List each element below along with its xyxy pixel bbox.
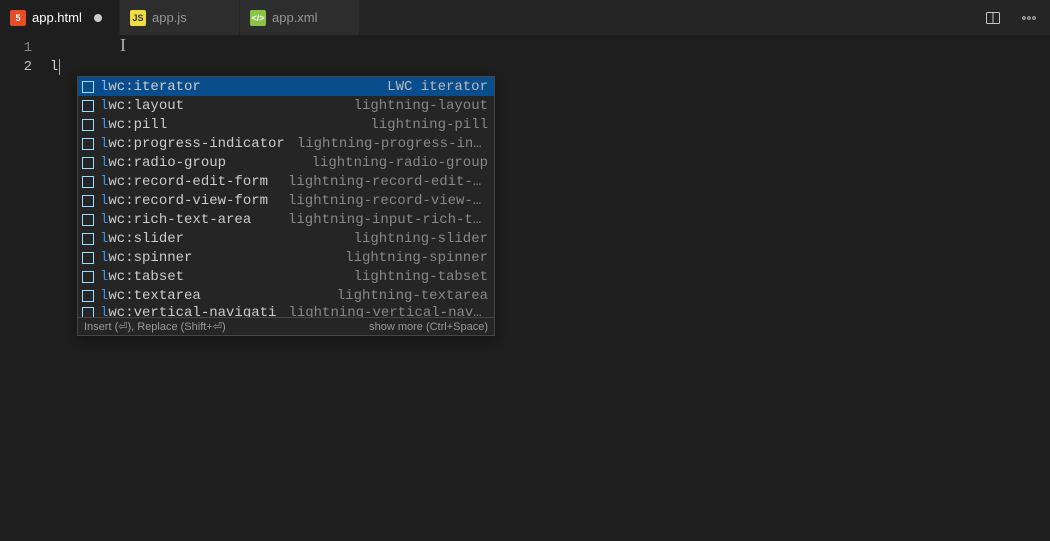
autocomplete-label: lwc:layout: [100, 98, 184, 114]
autocomplete-label: lwc:radio-group: [100, 155, 226, 171]
autocomplete-detail: lightning-tabset: [354, 269, 488, 285]
autocomplete-label: lwc:rich-text-area: [100, 212, 251, 228]
autocomplete-item[interactable]: lwc:pill lightning-pill: [78, 115, 494, 134]
tab-app-js[interactable]: JS app.js: [120, 0, 240, 35]
snippet-kind-icon: [82, 81, 94, 93]
autocomplete-item[interactable]: lwc:record-edit-form lightning-record-edi…: [78, 172, 494, 191]
autocomplete-detail: lightning-radio-group: [312, 155, 488, 171]
line-number: 1: [0, 39, 50, 58]
autocomplete-item[interactable]: lwc:record-view-form lightning-record-vie…: [78, 191, 494, 210]
autocomplete-detail: lightning-progress-indica…: [297, 136, 488, 152]
autocomplete-item[interactable]: lwc:radio-group lightning-radio-group: [78, 153, 494, 172]
snippet-kind-icon: [82, 307, 94, 317]
text-cursor: [59, 59, 60, 75]
js-file-icon: JS: [130, 10, 146, 26]
tab-actions: [972, 0, 1050, 35]
autocomplete-detail: lightning-layout: [354, 98, 488, 114]
xml-file-icon: </>: [250, 10, 266, 26]
autocomplete-label: lwc:record-edit-form: [100, 174, 268, 190]
autocomplete-item[interactable]: lwc:textarea lightning-textarea: [78, 286, 494, 305]
autocomplete-label: lwc:iterator: [100, 79, 201, 95]
autocomplete-item[interactable]: lwc:iterator LWC iterator: [78, 77, 494, 96]
snippet-kind-icon: [82, 271, 94, 283]
html-file-icon: 5: [10, 10, 26, 26]
autocomplete-label: lwc:spinner: [100, 250, 192, 266]
autocomplete-detail: lightning-input-rich-text: [288, 212, 488, 228]
snippet-kind-icon: [82, 252, 94, 264]
snippet-kind-icon: [82, 290, 94, 302]
autocomplete-label: lwc:pill: [100, 117, 167, 133]
snippet-kind-icon: [82, 233, 94, 245]
autocomplete-detail: lightning-vertical-navig…: [288, 305, 488, 317]
code-line: [50, 39, 1050, 58]
tab-bar: 5 app.html JS app.js </> app.xml: [0, 0, 1050, 35]
autocomplete-label: lwc:slider: [100, 231, 184, 247]
autocomplete-popup: lwc:iterator LWC iterator lwc:layout lightn…: [77, 76, 495, 336]
autocomplete-detail: LWC iterator: [387, 79, 488, 95]
snippet-kind-icon: [82, 157, 94, 169]
autocomplete-label: lwc:textarea: [100, 288, 201, 304]
autocomplete-detail: lightning-pill: [370, 117, 488, 133]
dirty-indicator-icon: [94, 14, 102, 22]
autocomplete-item[interactable]: lwc:tabset lightning-tabset: [78, 267, 494, 286]
autocomplete-detail: lightning-spinner: [345, 250, 488, 266]
line-number-gutter: 1 2: [0, 35, 50, 541]
snippet-kind-icon: [82, 100, 94, 112]
split-editor-icon[interactable]: [982, 7, 1004, 29]
autocomplete-hint-insert: Insert (⏎), Replace (Shift+⏎): [84, 320, 226, 333]
tab-label: app.js: [152, 10, 187, 25]
autocomplete-hint-showmore[interactable]: show more (Ctrl+Space): [369, 321, 488, 333]
autocomplete-detail: lightning-slider: [354, 231, 488, 247]
tab-label: app.xml: [272, 10, 318, 25]
snippet-kind-icon: [82, 176, 94, 188]
snippet-kind-icon: [82, 119, 94, 131]
autocomplete-label: lwc:vertical-navigati: [100, 305, 276, 317]
autocomplete-item[interactable]: lwc:spinner lightning-spinner: [78, 248, 494, 267]
snippet-kind-icon: [82, 214, 94, 226]
autocomplete-detail: lightning-textarea: [337, 288, 488, 304]
autocomplete-label: lwc:record-view-form: [100, 193, 268, 209]
tab-label: app.html: [32, 10, 82, 25]
autocomplete-detail: lightning-record-edit-form: [288, 174, 488, 190]
snippet-kind-icon: [82, 138, 94, 150]
tab-app-xml[interactable]: </> app.xml: [240, 0, 360, 35]
autocomplete-label: lwc:tabset: [100, 269, 184, 285]
tab-app-html[interactable]: 5 app.html: [0, 0, 120, 35]
autocomplete-item[interactable]: lwc:slider lightning-slider: [78, 229, 494, 248]
more-actions-icon[interactable]: [1018, 7, 1040, 29]
autocomplete-item[interactable]: lwc:vertical-navigati lightning-vertical-…: [78, 305, 494, 317]
autocomplete-item[interactable]: lwc:layout lightning-layout: [78, 96, 494, 115]
code-line: lI: [50, 58, 1050, 77]
autocomplete-label: lwc:progress-indicator: [100, 136, 285, 152]
autocomplete-status-bar: Insert (⏎), Replace (Shift+⏎) show more (…: [78, 317, 494, 335]
autocomplete-item[interactable]: lwc:progress-indicator lightning-progress…: [78, 134, 494, 153]
snippet-kind-icon: [82, 195, 94, 207]
line-number: 2: [0, 58, 50, 77]
autocomplete-detail: lightning-record-view-form: [288, 193, 488, 209]
autocomplete-item[interactable]: lwc:rich-text-area lightning-input-rich-t…: [78, 210, 494, 229]
